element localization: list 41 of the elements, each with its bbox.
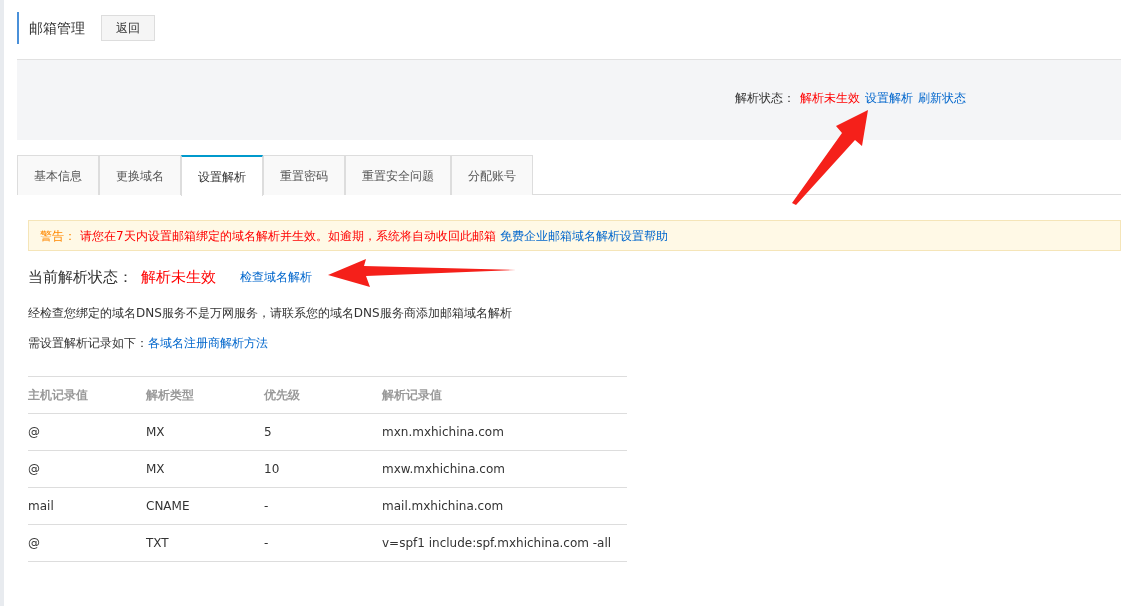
tab[interactable]: 设置解析 [181, 155, 263, 196]
column-header: 解析类型 [146, 376, 264, 414]
table-cell: 5 [264, 413, 382, 451]
status-label: 解析状态： [735, 90, 795, 107]
current-status-label: 当前解析状态： [28, 266, 133, 288]
status-value: 解析未生效 [800, 90, 860, 107]
table-cell: @ [28, 524, 146, 562]
tab[interactable]: 分配账号 [451, 155, 533, 195]
table-cell: v=spf1 include:spf.mxhichina.com -all [382, 524, 627, 562]
table-cell: 10 [264, 450, 382, 488]
check-dns-link[interactable]: 检查域名解析 [240, 268, 312, 286]
warning-label: 警告： [40, 227, 76, 245]
table-cell: mxw.mxhichina.com [382, 450, 627, 488]
help-link[interactable]: 免费企业邮箱域名解析设置帮助 [499, 226, 668, 245]
table-cell: MX [146, 413, 264, 451]
back-button[interactable]: 返回 [101, 15, 155, 41]
records-intro: 需设置解析记录如下： [28, 335, 148, 352]
tab[interactable]: 重置密码 [263, 155, 345, 195]
table-cell: MX [146, 450, 264, 488]
tab[interactable]: 重置安全问题 [345, 155, 451, 195]
table-cell: - [264, 487, 382, 525]
table-cell: CNAME [146, 487, 264, 525]
setup-link[interactable]: 设置解析 [865, 89, 913, 107]
current-status-value: 解析未生效 [141, 266, 216, 288]
warning-message: 请您在7天内设置邮箱绑定的域名解析并生效。如逾期，系统将自动收回此邮箱 [80, 227, 496, 245]
table-cell: TXT [146, 524, 264, 562]
table-cell: - [264, 524, 382, 562]
table-cell: mxn.mxhichina.com [382, 413, 627, 451]
refresh-link[interactable]: 刷新状态 [918, 89, 966, 107]
column-header: 解析记录值 [382, 376, 627, 414]
table-cell: @ [28, 450, 146, 488]
table-cell: mail [28, 487, 146, 525]
page-title: 邮箱管理 [29, 18, 85, 38]
column-header: 主机记录值 [28, 376, 146, 414]
registrar-link[interactable]: 各域名注册商解析方法 [148, 334, 268, 352]
tab[interactable]: 更换域名 [99, 155, 181, 195]
notice-text: 经检查您绑定的域名DNS服务不是万网服务，请联系您的域名DNS服务商添加邮箱域名解析 [28, 305, 513, 322]
table-cell: mail.mxhichina.com [382, 487, 627, 525]
table-cell: @ [28, 413, 146, 451]
column-header: 优先级 [264, 376, 382, 414]
tab[interactable]: 基本信息 [17, 155, 99, 195]
